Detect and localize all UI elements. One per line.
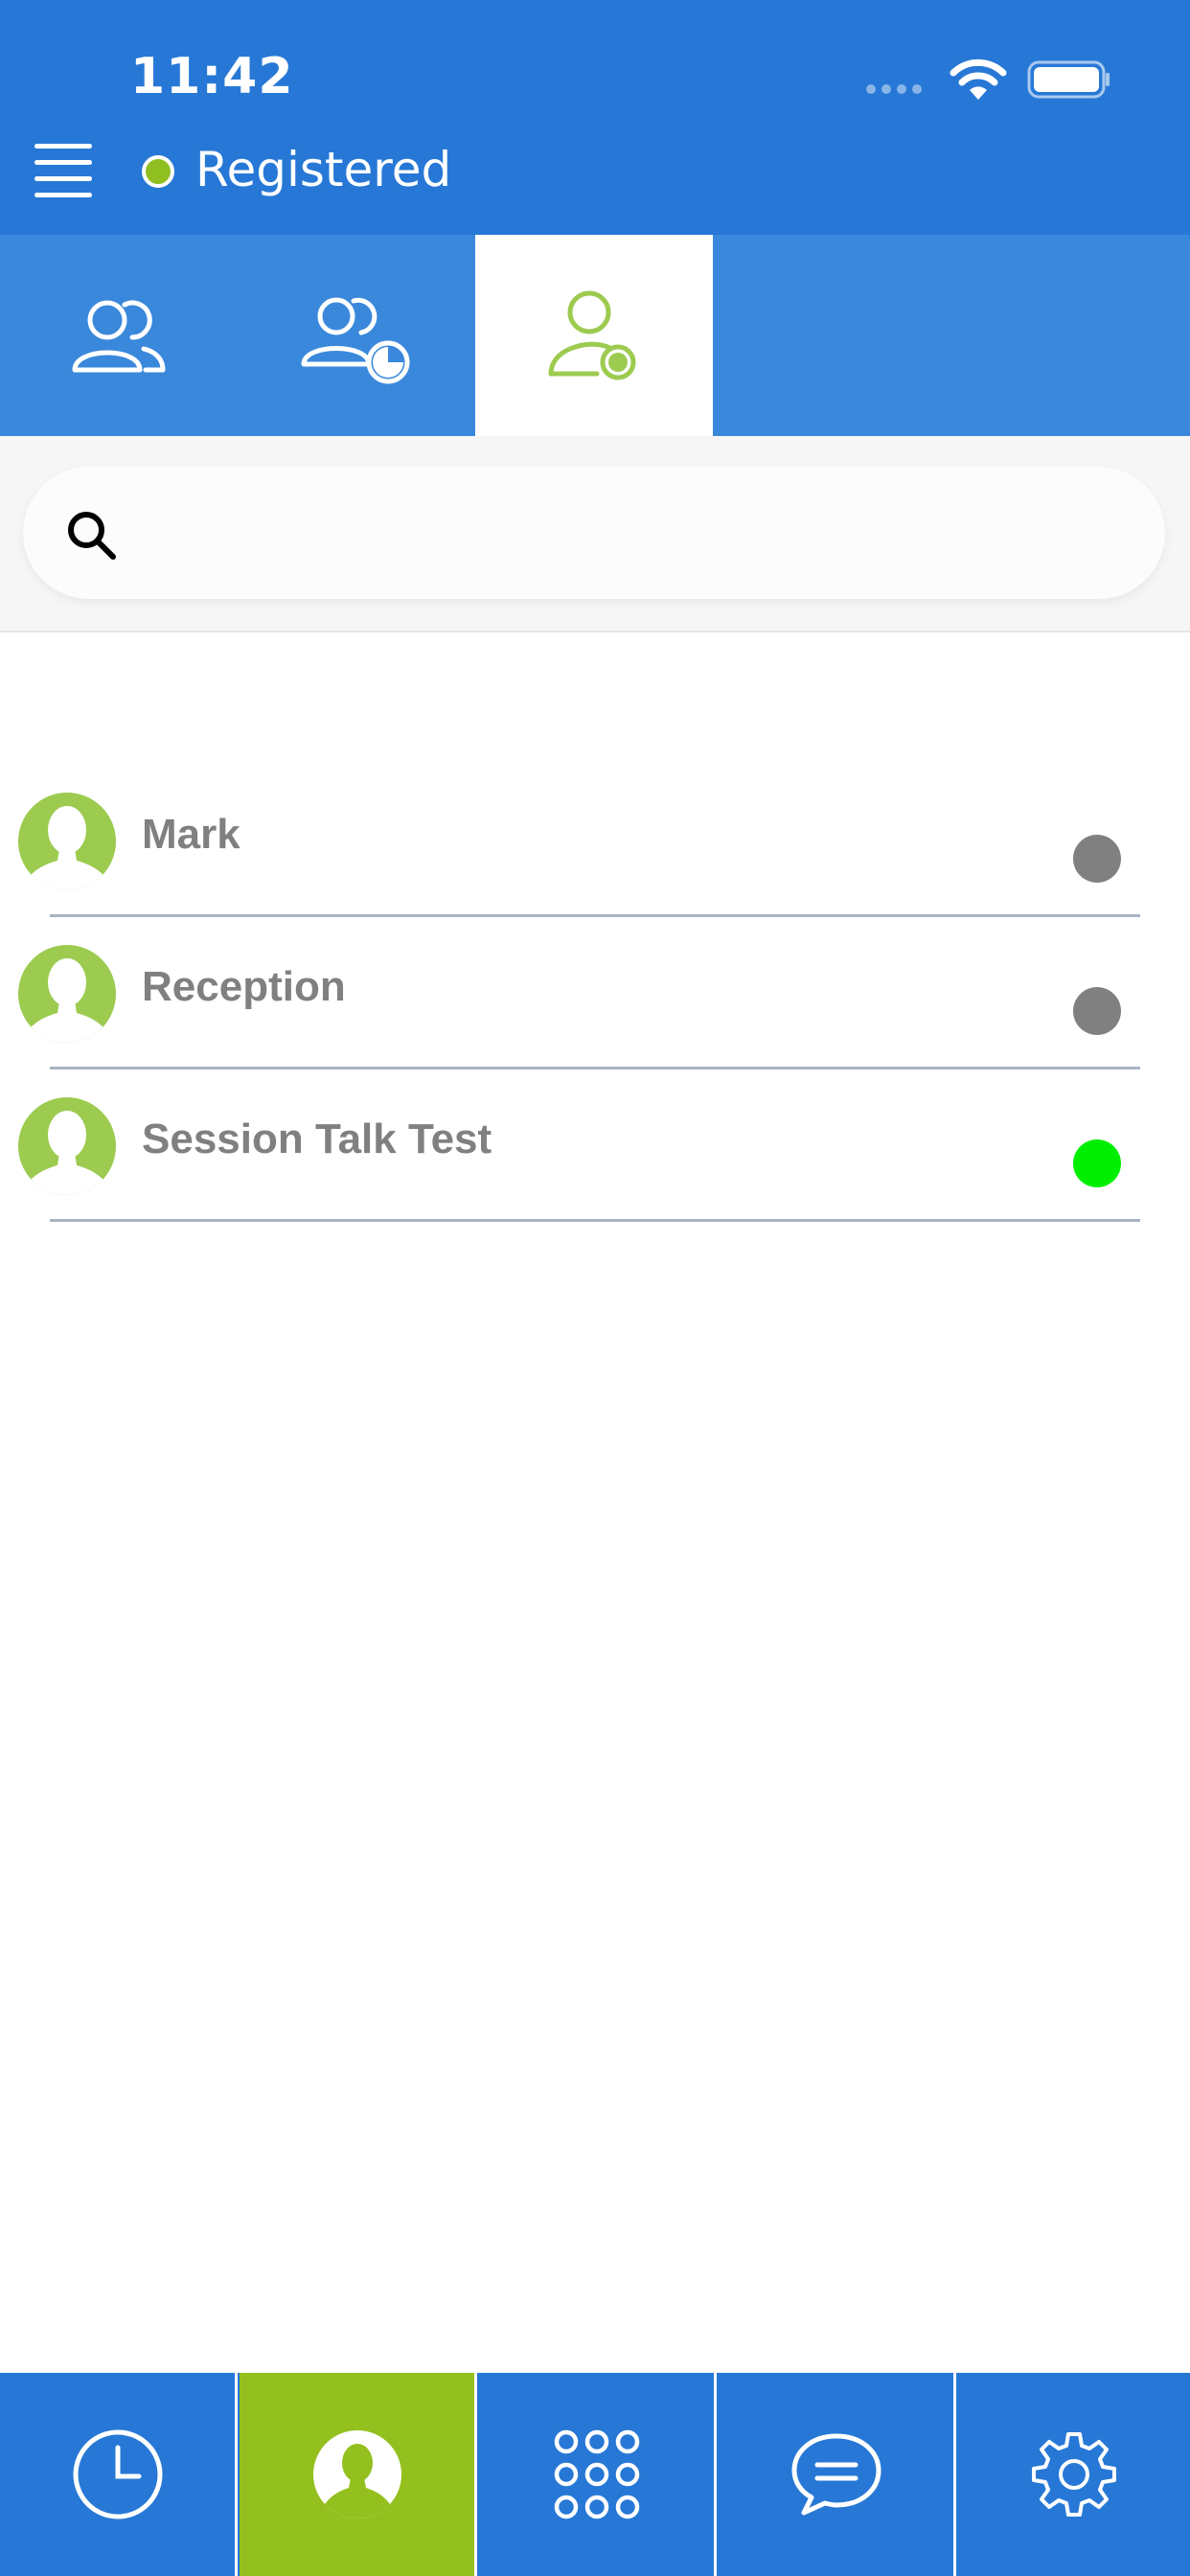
search-input[interactable] [138, 495, 1134, 570]
presence-status-dot [1073, 987, 1121, 1035]
contact-name: Mark [142, 811, 240, 858]
contact-presence-icon [548, 290, 636, 380]
menu-line [34, 160, 92, 165]
search-bar[interactable] [23, 467, 1165, 599]
menu-line [34, 176, 92, 181]
hamburger-menu-button[interactable] [34, 140, 92, 199]
chat-bubble-icon [791, 2433, 881, 2516]
contacts-tab-bar [0, 235, 1190, 436]
presence-status-dot [1073, 1139, 1121, 1187]
app-header: 11:42 Registered [0, 0, 1190, 235]
row-divider [50, 914, 1140, 917]
contact-name: Reception [142, 963, 346, 1010]
contact-row[interactable]: Mark [0, 792, 1190, 944]
contacts-group-icon [72, 300, 166, 373]
clock-icon [73, 2429, 162, 2519]
avatar-icon [18, 1097, 116, 1195]
contact-row[interactable]: Reception [0, 944, 1190, 1096]
presence-status-dot [1073, 835, 1121, 883]
search-area [0, 436, 1190, 632]
nav-dialpad[interactable] [479, 2373, 717, 2576]
gear-icon [1032, 2432, 1116, 2517]
nav-settings[interactable] [958, 2373, 1190, 2576]
person-icon [312, 2430, 401, 2518]
contact-row[interactable]: Session Talk Test [0, 1096, 1190, 1249]
row-divider [50, 1067, 1140, 1070]
tab-favorite-contacts[interactable] [238, 235, 475, 436]
signal-dots-icon [866, 84, 922, 94]
dialpad-icon [554, 2429, 639, 2519]
registration-status-label: Registered [195, 142, 452, 197]
avatar-icon [18, 945, 116, 1043]
battery-icon [1027, 60, 1110, 99]
registration-status-dot [142, 155, 174, 188]
contacts-favorite-icon [301, 297, 410, 384]
nav-messages[interactable] [719, 2373, 956, 2576]
bottom-nav-bar [0, 2373, 1190, 2576]
nav-contacts[interactable] [240, 2373, 477, 2576]
menu-line [34, 144, 92, 149]
nav-recents[interactable] [0, 2373, 238, 2576]
status-time: 11:42 [130, 48, 294, 105]
tab-presence-contacts[interactable] [475, 235, 713, 436]
wifi-icon [950, 58, 1007, 100]
avatar-icon [18, 793, 116, 890]
contact-name: Session Talk Test [142, 1116, 492, 1162]
menu-line [34, 193, 92, 197]
row-divider [50, 1219, 1140, 1222]
tab-all-contacts[interactable] [0, 235, 238, 436]
search-icon [68, 512, 116, 560]
